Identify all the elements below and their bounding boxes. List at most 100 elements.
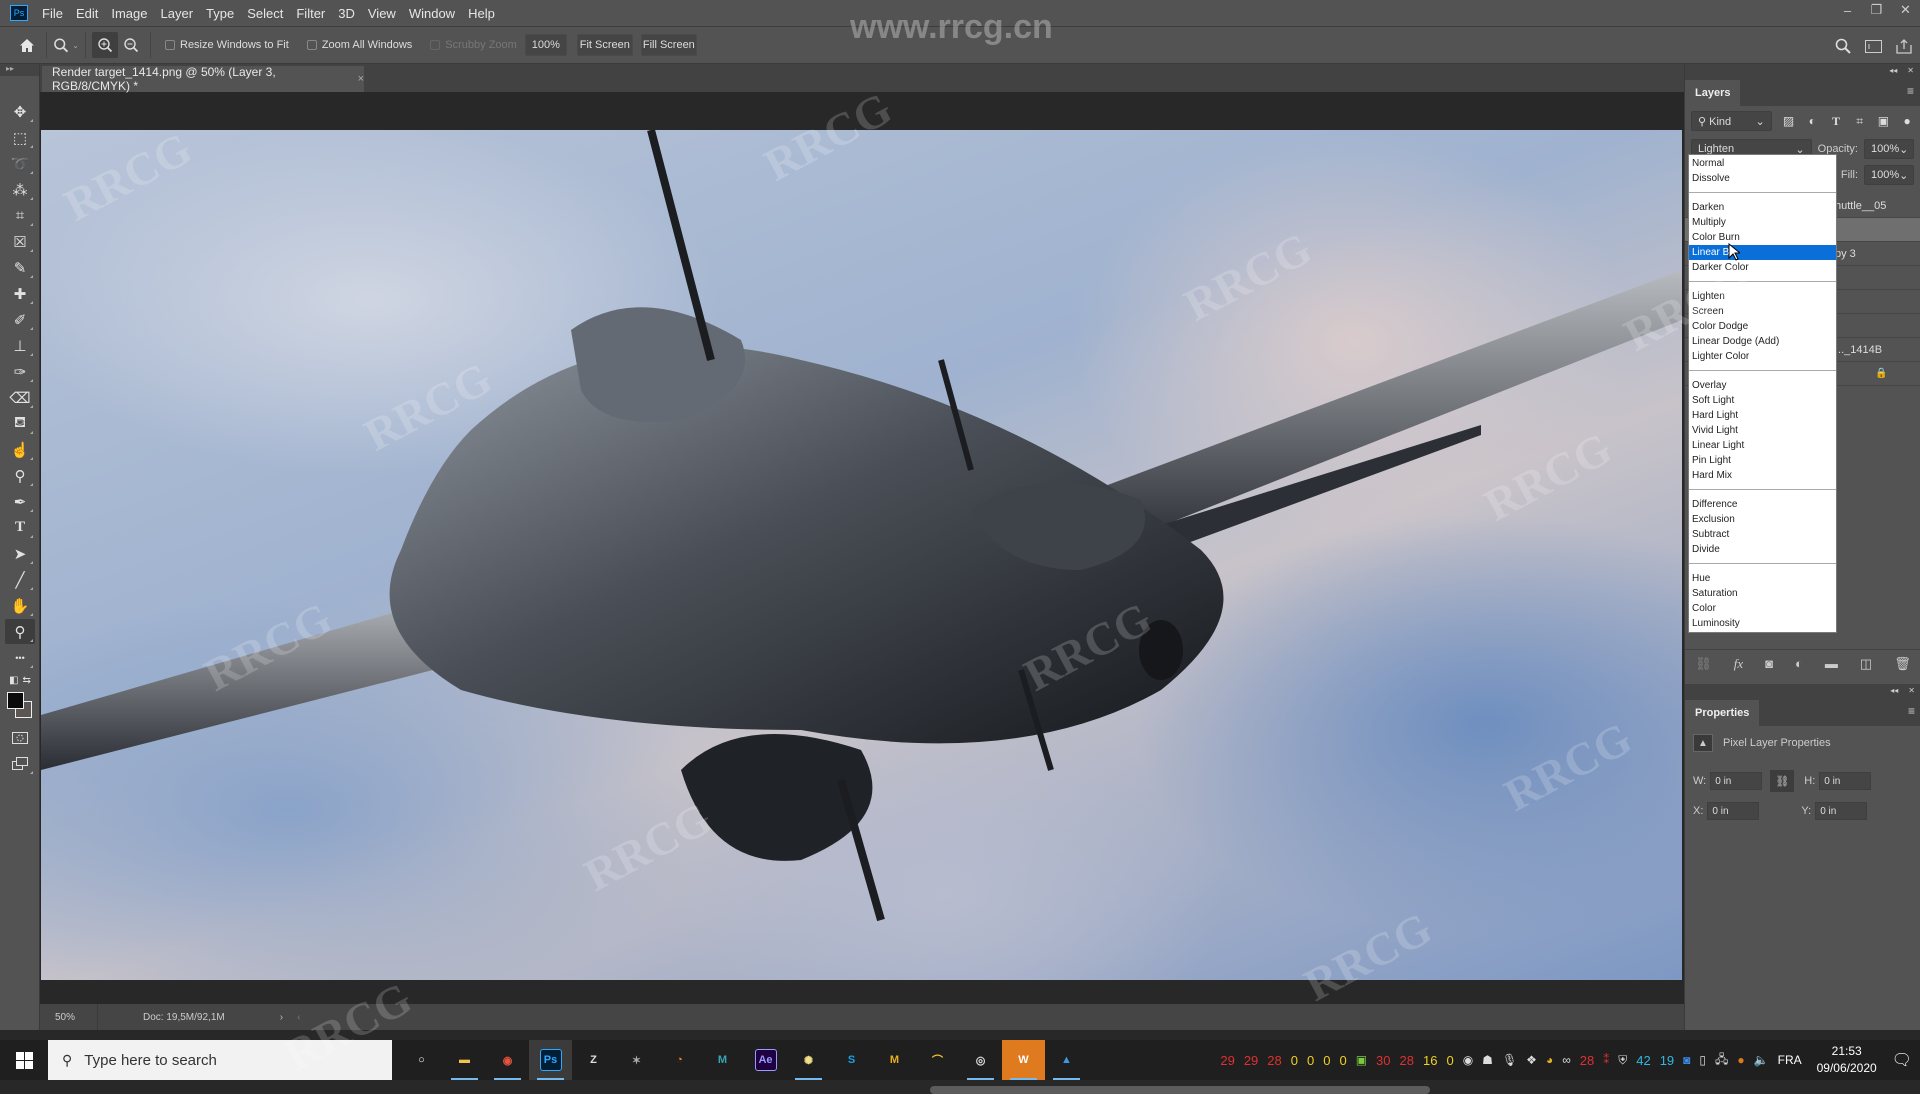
zoom-all-windows-checkbox[interactable]: Zoom All Windows (306, 39, 412, 51)
hand-tool[interactable]: ✋ (5, 593, 35, 618)
minimize-button[interactable]: – (1833, 0, 1862, 20)
link-dimensions-icon[interactable]: ⛓ (1770, 770, 1795, 792)
taskbar-app-arch-app[interactable]: ⌒ (916, 1040, 959, 1080)
blend-option-difference[interactable]: Difference (1689, 497, 1836, 512)
blend-option-darker-color[interactable]: Darker Color (1689, 260, 1836, 275)
height-field[interactable]: 0 in (1819, 772, 1872, 790)
panel-menu-icon[interactable]: ≡ (1907, 84, 1914, 98)
scroll-left-arrow-icon[interactable]: ‹ (297, 1012, 300, 1023)
action-center-icon[interactable]: 🗨 (1892, 1050, 1912, 1070)
tray-counter[interactable]: 19 (1660, 1053, 1674, 1068)
blend-option-dissolve[interactable]: Dissolve (1689, 171, 1836, 186)
tray-counter[interactable]: 0 (1307, 1053, 1314, 1068)
blend-option-luminosity[interactable]: Luminosity (1689, 616, 1836, 631)
history-brush-tool[interactable]: ✑ (5, 359, 35, 384)
share-icon[interactable] (1896, 38, 1912, 54)
move-tool[interactable]: ✥ (5, 99, 35, 124)
checkbox-box[interactable] (430, 40, 441, 50)
properties-tab[interactable]: Properties (1685, 700, 1760, 726)
taskbar-app-maya[interactable]: M (701, 1040, 744, 1080)
eyedropper-tool[interactable]: ✎ (5, 255, 35, 280)
workspace-icon[interactable] (1865, 39, 1882, 53)
gpu-tray-icon[interactable]: ▣ (1356, 1053, 1367, 1067)
resize-windows-checkbox[interactable]: Resize Windows to Fit (165, 39, 289, 51)
dropbox-tray-icon[interactable]: ❖ (1526, 1053, 1537, 1067)
smudge-tool[interactable]: ☝ (5, 437, 35, 462)
taskbar-app-chrome[interactable]: ◉ (486, 1040, 529, 1080)
type-tool[interactable]: T (5, 515, 35, 540)
blend-option-hard-light[interactable]: Hard Light (1689, 408, 1836, 423)
horizontal-scrollbar[interactable] (930, 1086, 1430, 1094)
blend-option-multiply[interactable]: Multiply (1689, 215, 1836, 230)
taskbar-app-photoshop[interactable]: Ps (529, 1040, 572, 1080)
layer-filter-kind-select[interactable]: ⚲ Kind ⌄ (1691, 111, 1772, 131)
blend-option-linear-dodge-add[interactable]: Linear Dodge (Add) (1689, 334, 1836, 349)
taskbar-app-file-explorer[interactable]: ▬ (443, 1040, 486, 1080)
close-panel-icon[interactable]: ✕ (1908, 686, 1915, 695)
blend-option-divide[interactable]: Divide (1689, 542, 1836, 557)
new-layer-icon[interactable]: ◫ (1860, 656, 1872, 672)
blend-option-color[interactable]: Color (1689, 601, 1836, 616)
foreground-color-swatch[interactable] (7, 692, 24, 709)
network-tray-icon[interactable]: 🖧 (1715, 1050, 1728, 1071)
blend-option-screen[interactable]: Screen (1689, 304, 1836, 319)
tray-counter[interactable]: 28 (1267, 1053, 1281, 1068)
taskbar-app-lightbulb-app[interactable]: ✺ (787, 1040, 830, 1080)
creative-cloud-tray-icon[interactable]: ∞ (1562, 1053, 1571, 1067)
blend-option-hue[interactable]: Hue (1689, 571, 1836, 586)
checkbox-box[interactable] (165, 40, 175, 50)
discord-tray-icon[interactable]: ☗ (1482, 1053, 1493, 1067)
link-layers-icon[interactable]: ⛓ (1695, 656, 1712, 672)
panel-menu-icon[interactable]: ≡ (1908, 704, 1915, 718)
usb-tray-icon[interactable]: ▯ (1699, 1053, 1706, 1067)
sync-tray-icon[interactable]: ◕ (1546, 1053, 1553, 1067)
blend-option-linear-burn[interactable]: Linear Bu (1689, 245, 1836, 260)
blend-option-soft-light[interactable]: Soft Light (1689, 393, 1836, 408)
swap-colors-button[interactable]: ◧ ⇆ (5, 671, 35, 689)
filter-pixel-icon[interactable]: ▨ (1782, 114, 1796, 128)
layer-effects-icon[interactable]: fx (1734, 656, 1743, 672)
crop-tool[interactable]: ⌗ (5, 203, 35, 228)
zoom-tool[interactable]: ⚲ (5, 619, 35, 644)
search-icon[interactable] (1835, 38, 1851, 54)
pen-tool[interactable]: ✒ (5, 489, 35, 514)
rectangular-marquee-tool[interactable]: ⬚ (5, 125, 35, 150)
blend-option-overlay[interactable]: Overlay (1689, 378, 1836, 393)
volume-tray-icon[interactable]: 🔈 (1754, 1053, 1769, 1067)
taskbar-app-cortana[interactable]: ○ (400, 1040, 443, 1080)
clock[interactable]: 21:53 09/06/2020 (1817, 1043, 1877, 1077)
clone-stamp-tool[interactable]: ⊥ (5, 333, 35, 358)
menu-view[interactable]: View (368, 6, 396, 21)
menu-type[interactable]: Type (206, 6, 234, 21)
menu-3d[interactable]: 3D (338, 6, 355, 21)
filter-type-icon[interactable]: T (1829, 114, 1843, 129)
tray-counter[interactable]: 16 (1423, 1053, 1437, 1068)
color-swatches[interactable] (6, 690, 39, 724)
menu-window[interactable]: Window (409, 6, 455, 21)
close-document-icon[interactable]: × (358, 73, 364, 85)
collapse-panels-icon[interactable]: ◂◂ (1890, 686, 1898, 695)
adjustment-layer-icon[interactable]: ◐ (1795, 656, 1803, 671)
taskbar-app-skype[interactable]: S (830, 1040, 873, 1080)
blend-option-normal[interactable]: Normal (1689, 156, 1836, 171)
teamviewer-tray-icon[interactable]: ◙ (1683, 1053, 1690, 1067)
fill-field[interactable]: 100% ⌄ (1864, 165, 1914, 185)
blend-option-subtract[interactable]: Subtract (1689, 527, 1836, 542)
tray-counter[interactable]: 42 (1636, 1053, 1650, 1068)
collapse-toolbox-icon[interactable]: ▸▸ (0, 64, 39, 76)
blend-option-color-dodge[interactable]: Color Dodge (1689, 319, 1836, 334)
blend-option-pin-light[interactable]: Pin Light (1689, 453, 1836, 468)
restore-button[interactable]: ❐ (1862, 0, 1891, 20)
app-tray-icon[interactable]: ● (1737, 1053, 1744, 1067)
healing-brush-tool[interactable]: ✚ (5, 281, 35, 306)
scrubby-zoom-checkbox[interactable]: Scrubby Zoom (430, 39, 517, 51)
eraser-tool[interactable]: ⌫ (5, 385, 35, 410)
tray-counter[interactable]: 29 (1244, 1053, 1258, 1068)
network-app-tray-icon[interactable]: ⁑ (1603, 1053, 1609, 1067)
microphone-tray-icon[interactable]: 🎙 (1502, 1053, 1517, 1067)
frame-tool[interactable]: ☒ (5, 229, 35, 254)
close-button[interactable]: ✕ (1891, 0, 1920, 20)
canvas[interactable] (41, 130, 1682, 980)
taskbar-app-after-effects[interactable]: Ae (744, 1040, 787, 1080)
tray-counter[interactable]: 0 (1291, 1053, 1298, 1068)
